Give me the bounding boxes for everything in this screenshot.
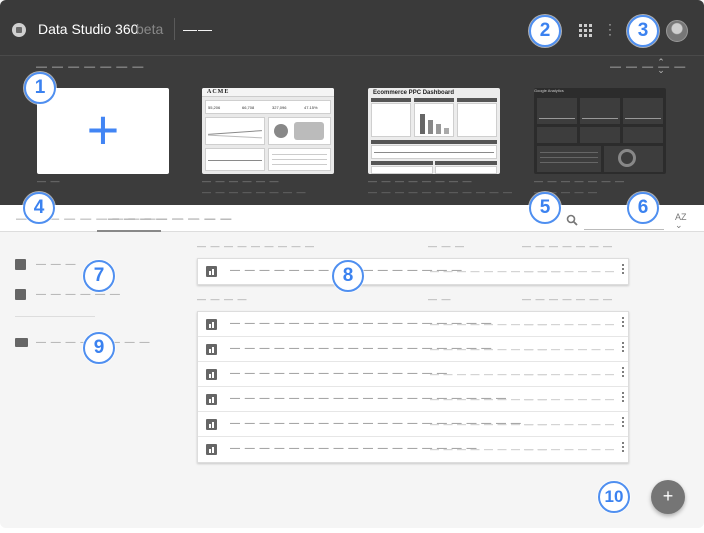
- more-vert-icon[interactable]: · · ·: [608, 18, 612, 40]
- column-header-owner: — — —: [428, 241, 466, 251]
- analytics-title: Google Analytics: [534, 88, 564, 93]
- callout-4: 4: [23, 192, 55, 224]
- ecommerce-title: Ecommerce PPC Dashboard: [373, 90, 455, 96]
- sidebar-item-label: — — — — — —: [36, 289, 121, 300]
- more-vert-icon[interactable]: [622, 317, 625, 329]
- report-icon: [206, 394, 217, 405]
- sidebar-item-label: — — —: [36, 259, 77, 270]
- report-name: — — — — — — — — — — — — — — —: [230, 368, 448, 379]
- template-label: — —: [37, 176, 61, 186]
- callout-9: 9: [83, 332, 115, 364]
- table-row[interactable]: — — — — — — — — — — — — — — — — — — — — …: [198, 387, 628, 412]
- add-icon: +: [86, 98, 120, 161]
- template-ecommerce-ppc[interactable]: Ecommerce PPC Dashboard: [368, 88, 500, 174]
- tab-owned[interactable]: — — — — — — — —: [108, 213, 232, 225]
- gallery-sort-label[interactable]: — — — — —: [610, 61, 686, 73]
- column-header-name: — — — — — — — — —: [197, 241, 316, 251]
- report-icon: [206, 444, 217, 455]
- apps-grid-icon[interactable]: [579, 24, 592, 37]
- app-title: Data Studio 360: [38, 21, 139, 37]
- top-app-bar: Data Studio 360 beta —— · · ·: [0, 0, 704, 55]
- report-date: — — — — — — —: [524, 369, 616, 379]
- report-icon: [206, 369, 217, 380]
- video-icon: [15, 338, 28, 347]
- report-list-pinned: — — — — — — — — — — — — — — — — — — — — …: [197, 258, 629, 285]
- header-divider: [174, 18, 175, 40]
- report-icon: [206, 344, 217, 355]
- report-date: — — — — — — —: [524, 319, 616, 329]
- beta-label: beta: [136, 21, 164, 37]
- template-sublabel: — — — — — — — — — — —: [368, 187, 514, 197]
- callout-1: 1: [24, 72, 56, 104]
- gallery-heading: — — — — — — —: [36, 61, 145, 73]
- callout-5: 5: [529, 192, 561, 224]
- tab-shared[interactable]: — —: [172, 213, 200, 225]
- list-icon: [15, 289, 26, 300]
- template-label: — — — — — — —: [534, 176, 626, 186]
- logo-icon[interactable]: [12, 23, 26, 37]
- column-header-date[interactable]: — — — — — — —: [522, 241, 613, 251]
- filter-tab-bar: — — — — — — — — — — — — — — — — — — — AZ…: [0, 205, 704, 232]
- column-header-name: — — — —: [197, 294, 248, 304]
- sort-az-icon[interactable]: AZ ⌄: [675, 213, 687, 230]
- callout-6: 6: [627, 192, 659, 224]
- template-blank[interactable]: +: [37, 88, 169, 174]
- more-vert-icon[interactable]: [622, 264, 625, 276]
- report-icon: [206, 319, 217, 330]
- active-tab-indicator: [97, 230, 161, 232]
- acme-brand: ACME: [207, 89, 230, 95]
- bar-chart-icon: [15, 259, 26, 270]
- more-vert-icon[interactable]: [622, 342, 625, 354]
- table-row[interactable]: — — — — — — — — — — — — — — — — — — — — …: [198, 337, 628, 362]
- callout-8: 8: [332, 260, 364, 292]
- table-row[interactable]: — — — — — — — — — — — — — — — — — — — — …: [198, 362, 628, 387]
- report-icon: [206, 266, 217, 277]
- template-gallery: — — — — — — — — — — — — ⌃ ⌄ + — — ACME 55…: [0, 55, 704, 205]
- template-google-analytics[interactable]: Google Analytics: [534, 88, 666, 174]
- column-header-owner: — —: [428, 294, 452, 304]
- unfold-icon[interactable]: ⌃ ⌄: [657, 58, 665, 75]
- more-vert-icon[interactable]: [622, 367, 625, 379]
- more-vert-icon[interactable]: [622, 442, 625, 454]
- table-row[interactable]: — — — — — — — — — — — — — — — — — — — — …: [198, 437, 628, 462]
- callout-10: 10: [598, 481, 630, 513]
- report-date: — — — — — — —: [524, 444, 616, 454]
- report-list: — — — — — — — — — — — — — — — — — — — — …: [197, 311, 629, 463]
- search-icon[interactable]: [566, 214, 578, 226]
- report-date: — — — — — — —: [524, 344, 616, 354]
- sidebar-divider: [15, 316, 95, 317]
- table-row[interactable]: — — — — — — — — — — — — — — — — — — — — …: [198, 259, 628, 284]
- template-sublabel: — — — — — — — —: [202, 187, 307, 197]
- callout-7: 7: [83, 260, 115, 292]
- search-input[interactable]: [584, 229, 664, 230]
- report-icon: [206, 419, 217, 430]
- report-date: — — — — — — —: [524, 394, 616, 404]
- table-row[interactable]: — — — — — — — — — — — — — — — — — — — — …: [198, 412, 628, 437]
- more-vert-icon[interactable]: [622, 392, 625, 404]
- table-row[interactable]: — — — — — — — — — — — — — — — — — — — — …: [198, 312, 628, 337]
- create-report-button[interactable]: +: [651, 480, 685, 514]
- page-label: ——: [183, 21, 213, 37]
- account-avatar[interactable]: [666, 20, 688, 42]
- template-label: — — — — — —: [202, 176, 280, 186]
- template-label: — — — — — — — —: [368, 176, 473, 186]
- callout-2: 2: [529, 15, 561, 47]
- callout-3: 3: [627, 15, 659, 47]
- column-header-date[interactable]: — — — — — — —: [522, 294, 613, 304]
- report-date: — — — — — — —: [524, 266, 616, 276]
- more-vert-icon[interactable]: [622, 417, 625, 429]
- report-date: — — — — — — —: [524, 419, 616, 429]
- template-acme[interactable]: ACME 55,206 66,708 327,096 47.15%: [202, 88, 334, 174]
